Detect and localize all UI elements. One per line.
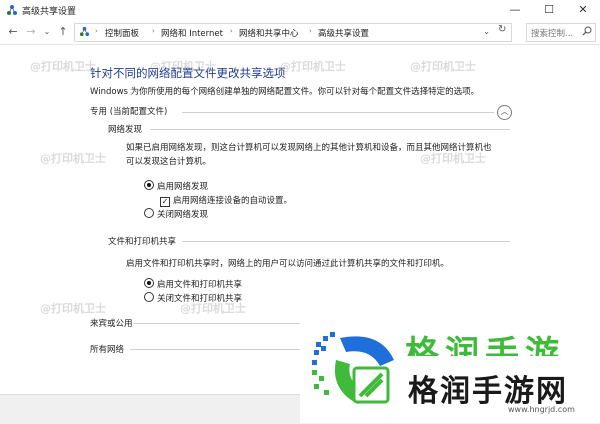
navigation-bar: ← → ⌄ ↑ › 控制面板 › 网络和 Internet › 网络和共享中心 … (0, 20, 600, 45)
radio-selected-icon (144, 180, 154, 190)
network-icon (7, 5, 17, 15)
divider (182, 112, 494, 113)
breadcrumb-network-internet[interactable]: 网络和 Internet (161, 27, 223, 39)
site-logo-icon (312, 332, 394, 404)
radio-enable-network-discovery[interactable]: 启用网络发现 (144, 180, 208, 192)
watermark: @打印机卫士 (280, 60, 346, 73)
checkmark-icon: ✓ (160, 197, 170, 207)
divider (130, 349, 300, 350)
watermark: @打印机卫士 (40, 152, 106, 165)
maximize-button[interactable]: ☐ (532, 0, 566, 20)
site-logo-brand: 格润手游网 (408, 374, 568, 409)
network-discovery-title: 网络发现 (108, 125, 143, 135)
radio-unselected-icon (144, 208, 154, 218)
breadcrumb-separator: › (152, 27, 155, 35)
option-label: 启用网络发现 (157, 182, 209, 192)
watermark: @打印机卫士 (180, 302, 246, 315)
back-button[interactable]: ← (6, 24, 20, 40)
breadcrumb-control-panel[interactable]: 控制面板 (105, 27, 139, 39)
breadcrumb-advanced-sharing[interactable]: 高级共享设置 (318, 27, 369, 39)
file-printer-sharing-text: 启用文件和打印机共享时，网络上的用户可以访问通过此计算机共享的文件和打印机。 (126, 259, 450, 269)
close-button[interactable]: ✕ (566, 0, 600, 20)
address-bar[interactable]: › 控制面板 › 网络和 Internet › 网络和共享中心 › 高级共享设置… (74, 23, 512, 42)
radio-enable-file-printer-sharing[interactable]: 启用文件和打印机共享 (144, 278, 242, 290)
up-button[interactable]: ↑ (56, 24, 70, 40)
minimize-button[interactable]: — (498, 0, 532, 20)
watermark: @打印机卫士 (410, 60, 476, 73)
option-label: 启用网络连接设备的自动设置。 (173, 196, 293, 206)
radio-selected-icon (144, 278, 154, 288)
breadcrumb-separator: › (309, 27, 312, 35)
refresh-button[interactable]: ↻ (498, 24, 506, 35)
checkbox-auto-setup[interactable]: ✓ 启用网络连接设备的自动设置。 (160, 194, 292, 207)
file-printer-sharing-title: 文件和打印机共享 (108, 237, 177, 247)
breadcrumb-network-sharing-center[interactable]: 网络和共享中心 (239, 27, 299, 39)
page-description: Windows 为你所使用的每个网络创建单独的网络配置文件。你可以针对每个配置文… (90, 87, 480, 97)
option-label: 启用文件和打印机共享 (157, 280, 243, 290)
search-box[interactable]: 搜索控制... (526, 23, 596, 42)
watermark: @打印机卫士 (30, 60, 96, 73)
site-logo-url: www.hngrjd.com (508, 405, 575, 414)
forward-button[interactable]: → (24, 24, 38, 40)
watermark: @打印机卫士 (150, 60, 216, 73)
guest-public-profile-title[interactable]: 来宾或公用 (90, 317, 133, 329)
divider (182, 241, 510, 242)
address-dropdown-button[interactable]: ⌄ (483, 27, 490, 37)
option-label: 关闭网络发现 (157, 210, 209, 220)
recent-locations-button[interactable]: ⌄ (40, 24, 54, 40)
search-input[interactable]: 搜索控制... (531, 27, 573, 39)
breadcrumb-separator: › (95, 27, 98, 35)
watermark: @打印机卫士 (40, 302, 106, 315)
window-title: 高级共享设置 (22, 7, 77, 17)
all-networks-title[interactable]: 所有网络 (90, 343, 124, 355)
site-logo-brand-top: 格润手游 (405, 334, 565, 356)
search-icon (582, 26, 592, 36)
private-profile-title[interactable]: 专用 (当前配置文件) (90, 105, 167, 117)
radio-disable-network-discovery[interactable]: 关闭网络发现 (144, 208, 208, 220)
network-discovery-text-line2: 可以发现这台计算机。 (126, 157, 212, 167)
watermark: @打印机卫士 (420, 152, 486, 165)
network-icon (79, 26, 90, 37)
divider (134, 323, 300, 324)
breadcrumb-separator: › (230, 27, 233, 35)
radio-unselected-icon (144, 292, 154, 302)
title-bar: 高级共享设置 — ☐ ✕ (0, 0, 600, 20)
divider (150, 129, 510, 130)
collapse-chevron-icon[interactable]: ︿ (497, 105, 512, 120)
